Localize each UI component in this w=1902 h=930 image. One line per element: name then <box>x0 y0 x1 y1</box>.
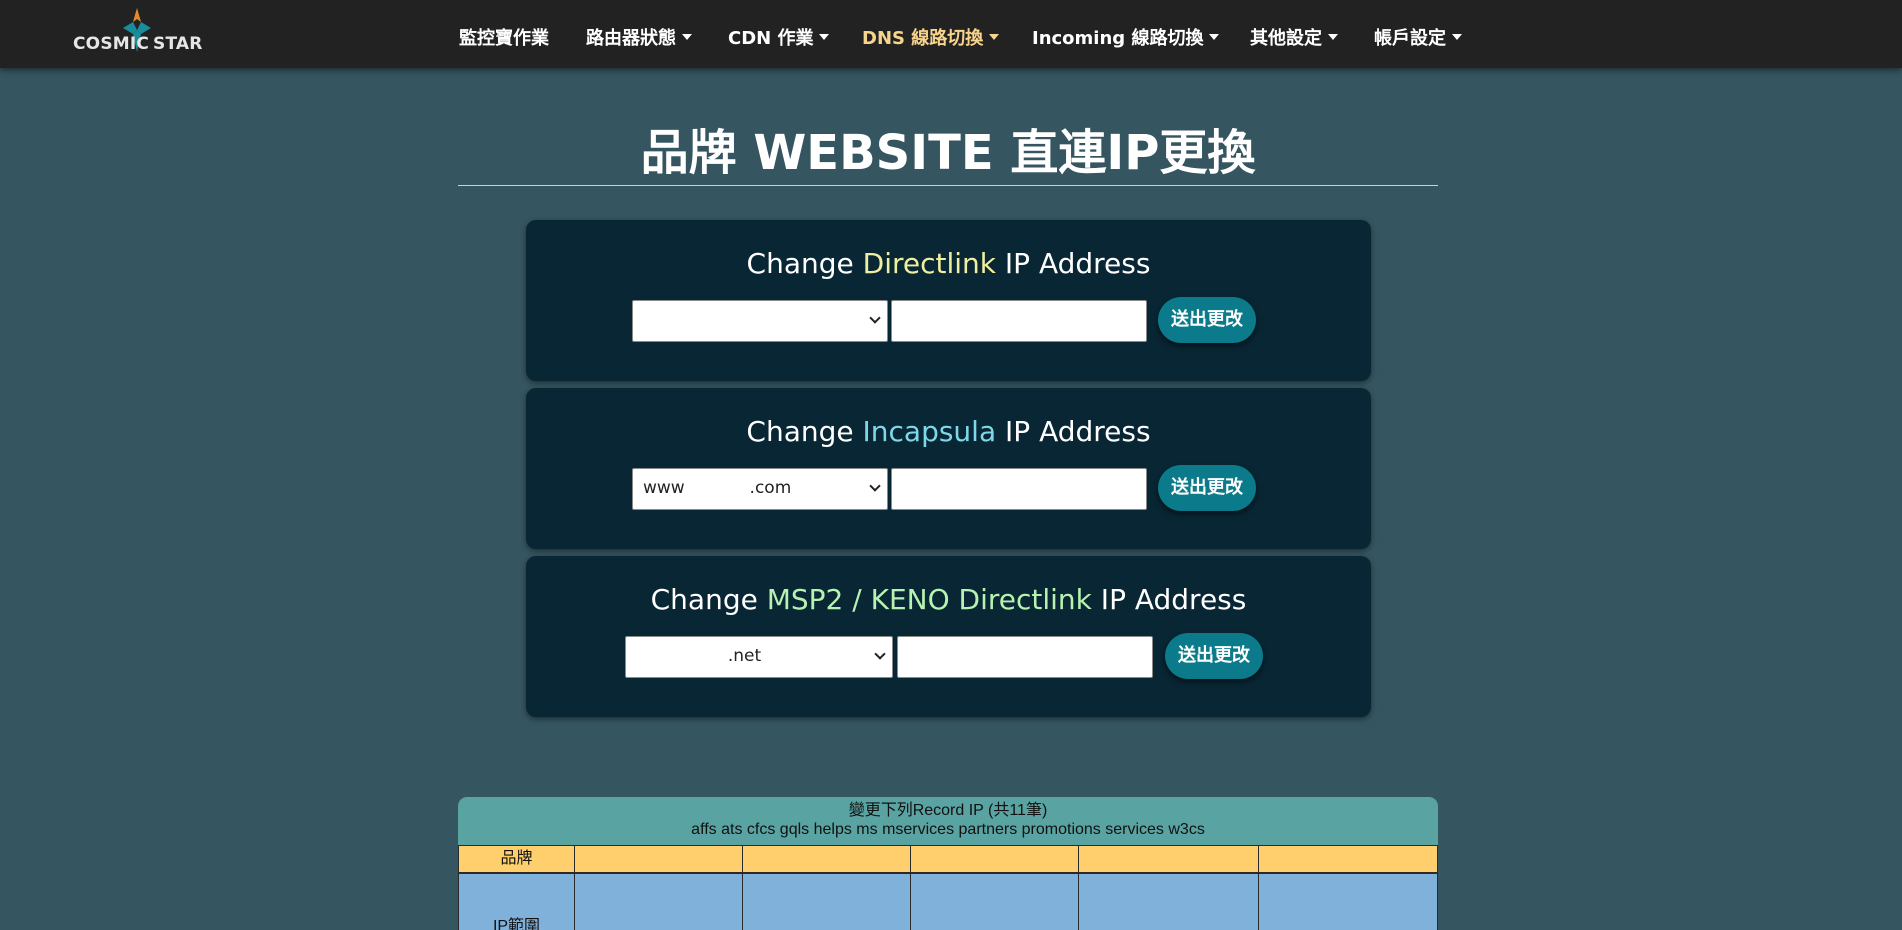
nav-item-label: CDN 作業 <box>728 28 814 49</box>
directlink-domain-select[interactable] <box>632 300 888 342</box>
caret-down-icon <box>1209 34 1220 40</box>
incapsula-submit-button[interactable]: 送出更改 <box>1158 465 1256 511</box>
select-value: www .com <box>643 478 792 498</box>
nav-item-account-settings[interactable]: 帳戶設定 <box>1374 24 1462 50</box>
panel-title-prefix: Change <box>650 583 767 616</box>
panel-title: Change MSP2 / KENO Directlink IP Address <box>526 583 1371 616</box>
panel-title-highlight: Incapsula <box>862 415 997 448</box>
nav-item-label: 路由器狀態 <box>586 28 676 49</box>
msp2-ip-input[interactable] <box>897 636 1153 678</box>
table-cell <box>574 873 743 930</box>
nav-item-label: 其他設定 <box>1250 28 1322 49</box>
nav-item-incoming-switch[interactable]: Incoming 線路切換 <box>1032 24 1220 50</box>
panel-title: Change Directlink IP Address <box>526 247 1371 280</box>
title-divider <box>458 185 1438 186</box>
panel-title-highlight: MSP2 / KENO Directlink <box>766 583 1092 616</box>
incapsula-domain-select[interactable]: www .com <box>632 468 888 510</box>
table-cell <box>574 845 743 873</box>
record-count-text: 變更下列Record IP (共11筆) <box>848 802 1048 819</box>
panel-title-suffix: IP Address <box>996 415 1151 448</box>
nav-item-dns-switch[interactable]: DNS 線路切換 <box>862 24 1000 50</box>
table-cell <box>910 845 1079 873</box>
panel-title: Change Incapsula IP Address <box>526 415 1371 448</box>
panel-title-prefix: Change <box>746 247 863 280</box>
directlink-panel: Change Directlink IP Address 送出更改 <box>526 220 1371 381</box>
select-value: .net <box>636 646 762 666</box>
navbar: COSMIC STAR 監控寶作業 路由器狀態 CDN 作業 DNS 線路切換 … <box>0 0 1902 68</box>
chevron-down-icon <box>869 312 881 324</box>
caret-down-icon <box>1328 34 1338 40</box>
panel-title-suffix: IP Address <box>996 247 1151 280</box>
chevron-down-icon <box>874 648 886 660</box>
record-list-text: affs ats cfcs gqls helps ms mservices pa… <box>691 821 1205 838</box>
table-cell <box>1078 845 1259 873</box>
table-cell <box>742 845 911 873</box>
nav-item-router-status[interactable]: 路由器狀態 <box>586 24 692 50</box>
table-cell <box>1258 873 1438 930</box>
nav-item-other-settings[interactable]: 其他設定 <box>1250 24 1338 50</box>
panel-title-suffix: IP Address <box>1091 583 1247 616</box>
caret-down-icon <box>819 34 830 40</box>
caret-down-icon <box>989 34 1000 40</box>
table-cell <box>1258 845 1438 873</box>
brand-logo[interactable]: COSMIC STAR <box>72 8 202 58</box>
brand-row-label: 品牌 <box>458 845 575 873</box>
table-cell <box>742 873 911 930</box>
nav-item-cdn[interactable]: CDN 作業 <box>728 24 830 50</box>
table-row-brand: 品牌 <box>458 845 1438 873</box>
logo-text-right: STAR <box>153 34 203 54</box>
incapsula-ip-input[interactable] <box>891 468 1147 510</box>
incapsula-panel: Change Incapsula IP Address www .com 送出更… <box>526 388 1371 549</box>
nav-item-label: 監控寶作業 <box>459 28 549 49</box>
panel-title-highlight: Directlink <box>862 247 996 280</box>
msp2-submit-button[interactable]: 送出更改 <box>1165 633 1263 679</box>
nav-item-label: Incoming 線路切換 <box>1032 28 1204 49</box>
logo-text-left: COSMIC <box>73 34 150 54</box>
msp2-domain-select[interactable]: .net <box>625 636 893 678</box>
record-table-header: 變更下列Record IP (共11筆) affs ats cfcs gqls … <box>458 797 1438 845</box>
nav-item-label: DNS 線路切換 <box>862 28 984 49</box>
caret-down-icon <box>682 34 692 40</box>
chevron-down-icon <box>869 480 881 492</box>
caret-down-icon <box>1452 34 1462 40</box>
ip-row-label: IP範圍 <box>458 873 575 930</box>
directlink-submit-button[interactable]: 送出更改 <box>1158 297 1256 343</box>
nav-item-monitoring[interactable]: 監控寶作業 <box>459 24 549 50</box>
table-row-ip-range: IP範圍 <box>458 873 1438 930</box>
table-cell <box>1078 873 1259 930</box>
table-cell <box>910 873 1079 930</box>
nav-item-label: 帳戶設定 <box>1374 28 1446 49</box>
directlink-ip-input[interactable] <box>891 300 1147 342</box>
page-title: 品牌 WEBSITE 直連IP更換 <box>640 125 1256 181</box>
panel-title-prefix: Change <box>746 415 863 448</box>
msp2-keno-panel: Change MSP2 / KENO Directlink IP Address… <box>526 556 1371 717</box>
